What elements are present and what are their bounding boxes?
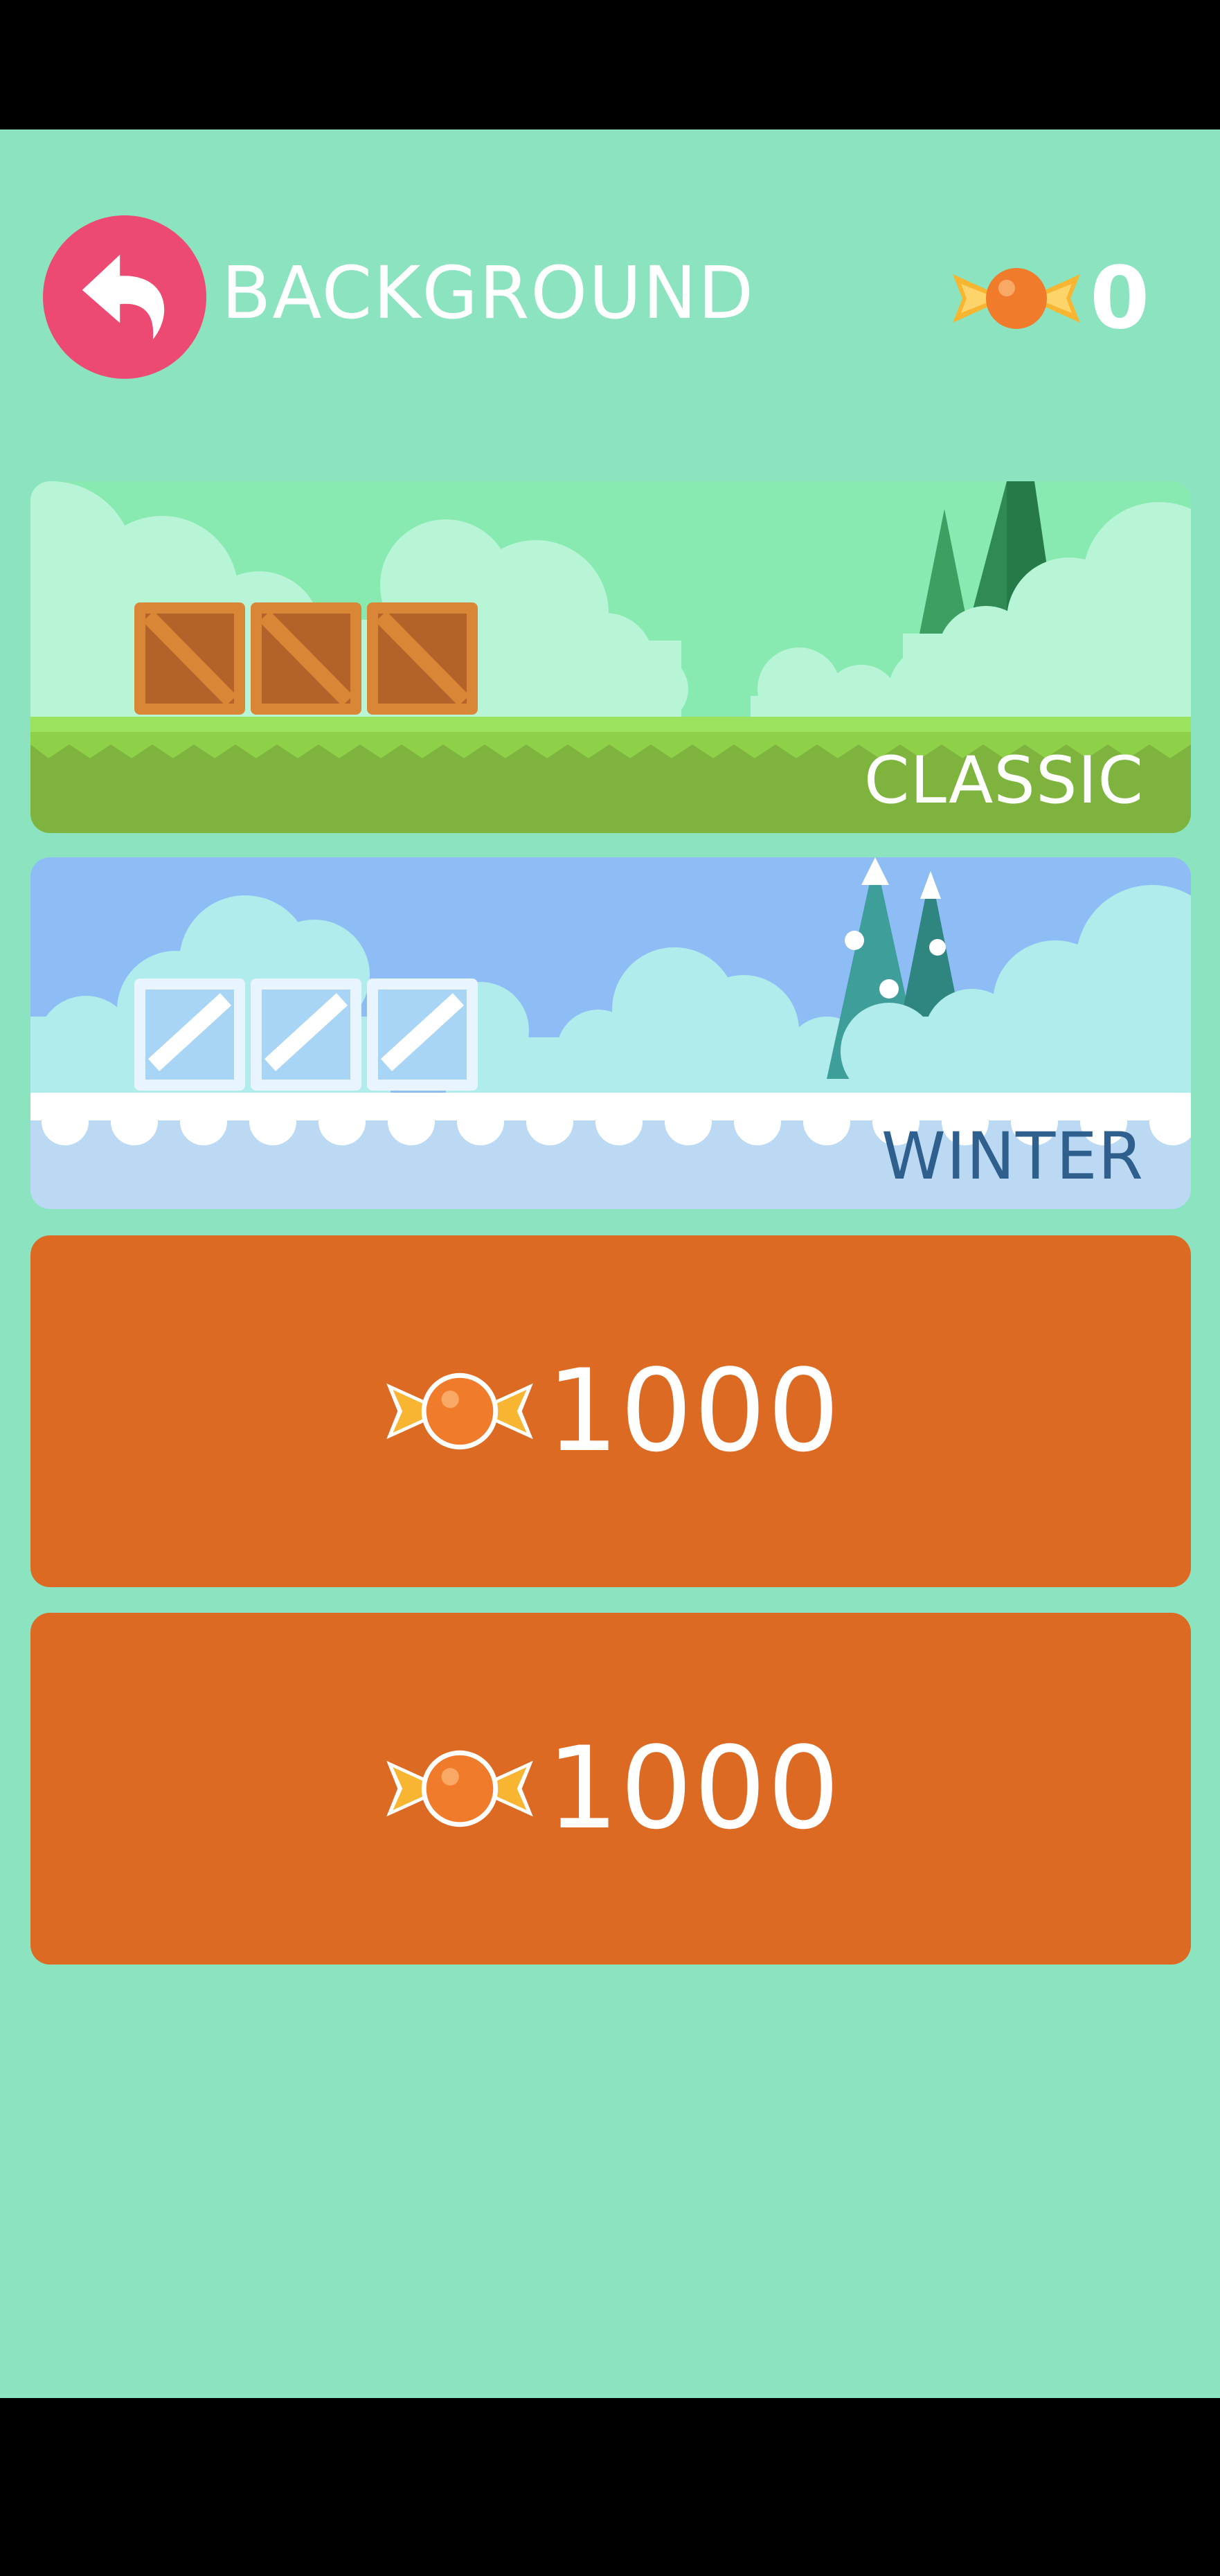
- candy-counter: 0: [947, 249, 1176, 348]
- background-card-winter[interactable]: WINTER: [30, 857, 1191, 1209]
- price-tag: 1000: [380, 1732, 841, 1845]
- background-label-winter: WINTER: [881, 1119, 1144, 1195]
- price-tag: 1000: [380, 1354, 841, 1468]
- price-amount: 1000: [546, 1722, 841, 1854]
- background-card-classic[interactable]: CLASSIC: [30, 481, 1191, 833]
- background-shop-screen: BACKGROUND 0 CLASSIC WINTER 1000 1000: [0, 129, 1220, 2398]
- candy-icon: [953, 268, 1080, 329]
- candy-icon: [386, 1750, 534, 1827]
- back-button[interactable]: [43, 215, 206, 379]
- price-amount: 1000: [546, 1345, 841, 1477]
- candy-count: 0: [1090, 249, 1150, 348]
- status-bar: [0, 0, 1220, 129]
- background-card-locked[interactable]: 1000: [30, 1613, 1191, 1965]
- background-label-classic: CLASSIC: [863, 743, 1144, 819]
- candy-icon: [386, 1372, 534, 1450]
- background-card-locked[interactable]: 1000: [30, 1235, 1191, 1587]
- navigation-bar: [0, 2398, 1220, 2576]
- page-title: BACKGROUND: [222, 251, 755, 335]
- back-arrow-icon: [82, 254, 165, 340]
